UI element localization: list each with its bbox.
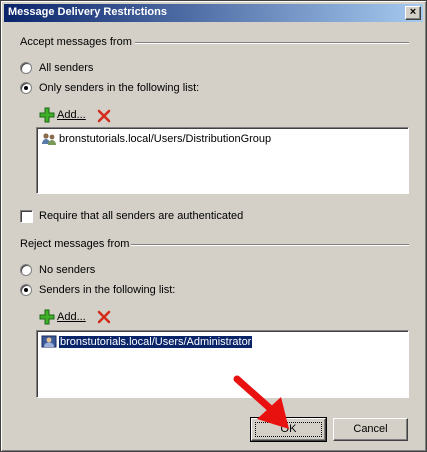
list-item[interactable]: bronstutorials.local/Users/DistributionG… xyxy=(41,131,271,147)
accept-section-heading: Accept messages from xyxy=(20,36,132,48)
only-senders-radio[interactable] xyxy=(20,82,32,94)
close-button[interactable]: × xyxy=(405,6,421,20)
list-item[interactable]: bronstutorials.local/Users/Administrator xyxy=(41,334,253,350)
reject-senders-list[interactable]: bronstutorials.local/Users/Administrator xyxy=(36,330,409,398)
remove-x-icon[interactable] xyxy=(97,109,111,123)
window-title: Message Delivery Restrictions xyxy=(8,6,167,18)
list-item-text: bronstutorials.local/Users/Administrator xyxy=(59,336,253,348)
reject-add-label: Add... xyxy=(57,311,86,323)
reject-section-heading: Reject messages from xyxy=(20,238,130,250)
remove-x-icon[interactable] xyxy=(97,310,111,324)
add-plus-icon[interactable] xyxy=(39,309,55,325)
cancel-button-label: Cancel xyxy=(353,423,388,435)
user-icon xyxy=(41,335,57,348)
all-senders-label[interactable]: All senders xyxy=(39,62,93,74)
accept-add-label: Add... xyxy=(57,109,86,121)
all-senders-radio[interactable] xyxy=(20,62,32,74)
accept-group-divider xyxy=(135,42,409,44)
reject-senders-radio[interactable] xyxy=(20,284,32,296)
accept-senders-list[interactable]: bronstutorials.local/Users/DistributionG… xyxy=(36,127,409,194)
annotation-arrow-icon xyxy=(233,375,289,429)
require-auth-label[interactable]: Require that all senders are authenticat… xyxy=(39,210,243,222)
require-auth-checkbox[interactable] xyxy=(20,210,33,223)
list-item-text: bronstutorials.local/Users/DistributionG… xyxy=(59,133,272,145)
title-bar[interactable]: Message Delivery Restrictions × xyxy=(4,4,423,22)
reject-group-divider xyxy=(131,244,409,246)
no-senders-label[interactable]: No senders xyxy=(39,264,95,276)
cancel-button[interactable]: Cancel xyxy=(333,418,408,441)
reject-add-button[interactable]: Add... xyxy=(57,311,86,323)
reject-senders-label[interactable]: Senders in the following list: xyxy=(39,284,175,296)
accept-add-button[interactable]: Add... xyxy=(57,109,86,121)
group-icon xyxy=(42,133,56,145)
message-delivery-restrictions-dialog: Message Delivery Restrictions × Accept m… xyxy=(0,0,427,452)
no-senders-radio[interactable] xyxy=(20,264,32,276)
only-senders-label[interactable]: Only senders in the following list: xyxy=(39,82,199,94)
add-plus-icon[interactable] xyxy=(39,107,55,123)
